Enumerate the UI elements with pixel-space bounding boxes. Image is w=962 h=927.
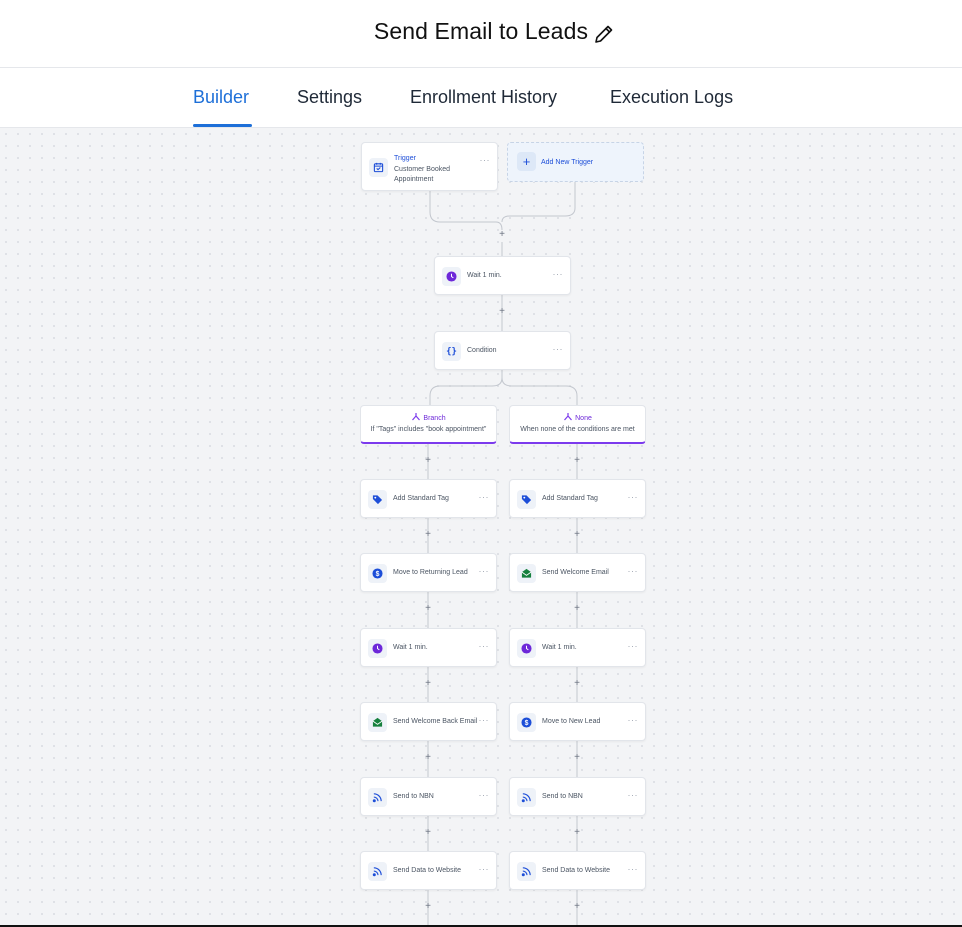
node-menu-button[interactable]: ··· [628, 864, 639, 874]
node-menu-button[interactable]: ··· [479, 715, 490, 725]
webhook-icon [517, 788, 536, 807]
step-label: Condition [467, 347, 497, 354]
pencil-icon[interactable] [592, 22, 616, 46]
branch-icon [412, 413, 421, 421]
tab-builder[interactable]: Builder [193, 87, 249, 108]
move-dollar-icon: $ [517, 713, 536, 732]
branch-subtitle: If "Tags" includes "book appointment" [370, 426, 487, 433]
clock-icon [517, 639, 536, 658]
add-new-trigger-label: Add New Trigger [541, 159, 594, 166]
node-menu-button[interactable]: ··· [479, 566, 490, 576]
node-menu-button[interactable]: ··· [479, 864, 490, 874]
move-dollar-icon: $ [368, 564, 387, 583]
clock-icon [368, 639, 387, 658]
branch-title: None [510, 412, 645, 422]
add-step-button[interactable]: + [423, 456, 433, 466]
action-step[interactable]: Send Data to Website ··· [509, 851, 646, 890]
add-step-button[interactable]: + [423, 902, 433, 912]
branch-title: Branch [361, 412, 496, 422]
node-menu-button[interactable]: ··· [628, 566, 639, 576]
action-step[interactable]: Send Data to Website ··· [360, 851, 497, 890]
clock-icon [442, 267, 461, 286]
workflow-header: Send Email to Leads [0, 0, 962, 68]
node-menu-button[interactable]: ··· [480, 155, 491, 165]
step-label: Send Welcome Back Email [393, 718, 478, 725]
step-label: Wait 1 min. [393, 644, 428, 651]
plus-icon: + [517, 152, 536, 171]
webhook-icon [517, 862, 536, 881]
node-menu-button[interactable]: ··· [553, 269, 564, 279]
step-label: Send to NBN [542, 793, 583, 800]
action-step[interactable]: Add Standard Tag ··· [360, 479, 497, 518]
step-label: Move to New Lead [542, 718, 601, 725]
tag-icon [368, 490, 387, 509]
node-menu-button[interactable]: ··· [628, 790, 639, 800]
step-label: Wait 1 min. [467, 272, 502, 279]
add-step-button[interactable]: + [423, 753, 433, 763]
email-icon [517, 564, 536, 583]
add-step-button[interactable]: + [572, 604, 582, 614]
step-label: Send Data to Website [542, 867, 610, 874]
step-label: Add Standard Tag [393, 495, 449, 502]
add-step-button[interactable]: + [572, 902, 582, 912]
step-label: Send Data to Website [393, 867, 461, 874]
braces-icon: {} [442, 342, 461, 361]
svg-text:$: $ [525, 720, 529, 727]
page-title: Send Email to Leads [373, 18, 589, 44]
trigger-heading: Trigger [394, 155, 416, 162]
tab-execution-logs[interactable]: Execution Logs [610, 87, 733, 108]
action-step[interactable]: $ Move to New Lead ··· [509, 702, 646, 741]
action-step[interactable]: Send Welcome Back Email ··· [360, 702, 497, 741]
node-menu-button[interactable]: ··· [628, 492, 639, 502]
webhook-icon [368, 788, 387, 807]
trigger-name: Customer Booked Appointment [394, 166, 451, 183]
add-step-button[interactable]: + [497, 230, 507, 240]
action-step[interactable]: Add Standard Tag ··· [509, 479, 646, 518]
tag-icon [517, 490, 536, 509]
tab-settings[interactable]: Settings [297, 87, 362, 108]
action-step[interactable]: Send to NBN ··· [509, 777, 646, 816]
add-step-button[interactable]: + [423, 530, 433, 540]
action-step[interactable]: $ Move to Returning Lead ··· [360, 553, 497, 592]
svg-text:$: $ [376, 571, 380, 578]
webhook-icon [368, 862, 387, 881]
calendar-check-icon [369, 158, 388, 177]
action-step[interactable]: Send to NBN ··· [360, 777, 497, 816]
action-step[interactable]: Wait 1 min. ··· [360, 628, 497, 667]
action-step[interactable]: Wait 1 min. ··· [509, 628, 646, 667]
branch-icon [564, 413, 573, 421]
add-step-button[interactable]: + [497, 307, 507, 317]
add-step-button[interactable]: + [572, 530, 582, 540]
node-menu-button[interactable]: ··· [628, 641, 639, 651]
tab-bar: Builder Settings Enrollment History Exec… [0, 68, 962, 128]
email-icon [368, 713, 387, 732]
action-step[interactable]: Send Welcome Email ··· [509, 553, 646, 592]
node-menu-button[interactable]: ··· [553, 344, 564, 354]
active-tab-indicator [193, 124, 252, 127]
add-step-button[interactable]: + [423, 828, 433, 838]
node-menu-button[interactable]: ··· [479, 641, 490, 651]
add-step-button[interactable]: + [572, 753, 582, 763]
step-label: Move to Returning Lead [393, 569, 468, 576]
branch-header-1[interactable]: None When none of the conditions are met [509, 405, 646, 444]
add-step-button[interactable]: + [572, 456, 582, 466]
wait-step[interactable]: Wait 1 min. ··· [434, 256, 571, 295]
step-label: Send to NBN [393, 793, 434, 800]
add-step-button[interactable]: + [423, 604, 433, 614]
trigger-node[interactable]: Trigger Customer Booked Appointment ··· [361, 142, 498, 191]
condition-step[interactable]: {} Condition ··· [434, 331, 571, 370]
step-label: Wait 1 min. [542, 644, 577, 651]
add-step-button[interactable]: + [572, 828, 582, 838]
add-new-trigger-button[interactable]: + Add New Trigger [507, 142, 644, 182]
node-menu-button[interactable]: ··· [479, 790, 490, 800]
step-label: Send Welcome Email [542, 569, 609, 576]
node-menu-button[interactable]: ··· [628, 715, 639, 725]
branch-header-0[interactable]: Branch If "Tags" includes "book appointm… [360, 405, 497, 444]
step-label: Add Standard Tag [542, 495, 598, 502]
branch-subtitle: When none of the conditions are met [520, 426, 635, 433]
add-step-button[interactable]: + [423, 679, 433, 689]
add-step-button[interactable]: + [572, 679, 582, 689]
tab-enrollment-history[interactable]: Enrollment History [410, 87, 557, 108]
node-menu-button[interactable]: ··· [479, 492, 490, 502]
